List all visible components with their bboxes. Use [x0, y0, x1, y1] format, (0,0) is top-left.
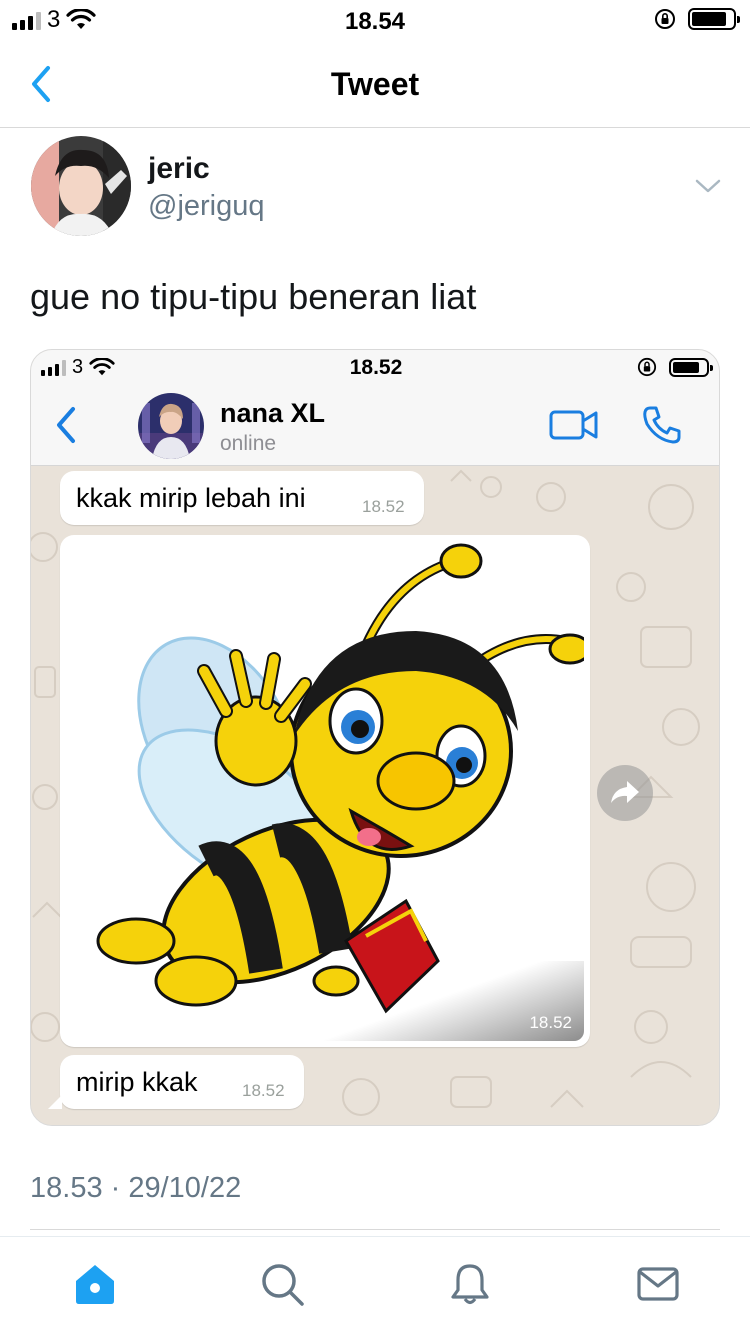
author-name[interactable]: jeric	[148, 152, 210, 186]
contact-avatar	[138, 393, 204, 459]
chat-header: nana XL online	[31, 386, 719, 466]
embedded-status-bar: 3 18.52	[31, 350, 719, 386]
message-time: 18.52	[242, 1081, 285, 1100]
embedded-status-time: 18.52	[349, 356, 403, 379]
chevron-left-icon	[57, 407, 75, 443]
orientation-lock-icon	[655, 9, 675, 29]
divider	[30, 1229, 720, 1230]
battery-icon	[688, 8, 740, 30]
message-time: 18.52	[362, 497, 405, 516]
status-time: 18.54	[344, 8, 406, 35]
mail-icon[interactable]	[635, 1261, 681, 1307]
bell-icon[interactable]	[447, 1261, 493, 1307]
contact-name: nana XL	[220, 398, 326, 428]
image-message-bubble: 18.52	[60, 535, 590, 1047]
status-bar: 3 18.54	[0, 0, 750, 40]
message-bubble: mirip kkak 18.52	[48, 1055, 304, 1109]
page-title: Tweet	[330, 66, 420, 102]
message-bubble: kkak mirip lebah ini 18.52	[60, 471, 424, 525]
phone-icon	[643, 406, 681, 444]
message-time: 18.52	[529, 1013, 572, 1032]
author-handle[interactable]: @jeriguq	[148, 190, 265, 223]
forward-icon	[597, 765, 653, 821]
battery-icon	[669, 357, 713, 377]
navigation-header: Tweet	[0, 40, 750, 128]
tweet-timestamp: 18.53 · 29/10/22	[30, 1172, 242, 1204]
tab-bar	[0, 1236, 750, 1334]
search-icon[interactable]	[259, 1261, 305, 1307]
status-right	[654, 8, 740, 30]
avatar[interactable]	[31, 136, 131, 236]
chat-area: kkak mirip lebah ini 18.52 18.52 mirip k…	[31, 467, 719, 1125]
cartoon-bee-image: 18.52	[66, 541, 584, 1041]
message-text: kkak mirip lebah ini	[76, 483, 306, 513]
video-call-icon	[549, 410, 598, 440]
orientation-lock-icon	[637, 357, 657, 377]
embedded-status-right	[637, 357, 713, 377]
tweet-text: gue no tipu-tipu beneran liat	[30, 276, 477, 317]
home-icon[interactable]	[72, 1261, 118, 1307]
chevron-down-icon[interactable]	[694, 176, 722, 196]
contact-status: online	[220, 432, 277, 455]
message-text: mirip kkak	[76, 1067, 198, 1097]
tweet-media-image[interactable]: 3 18.52 nana XL online kkak mirip lebah …	[30, 349, 720, 1126]
